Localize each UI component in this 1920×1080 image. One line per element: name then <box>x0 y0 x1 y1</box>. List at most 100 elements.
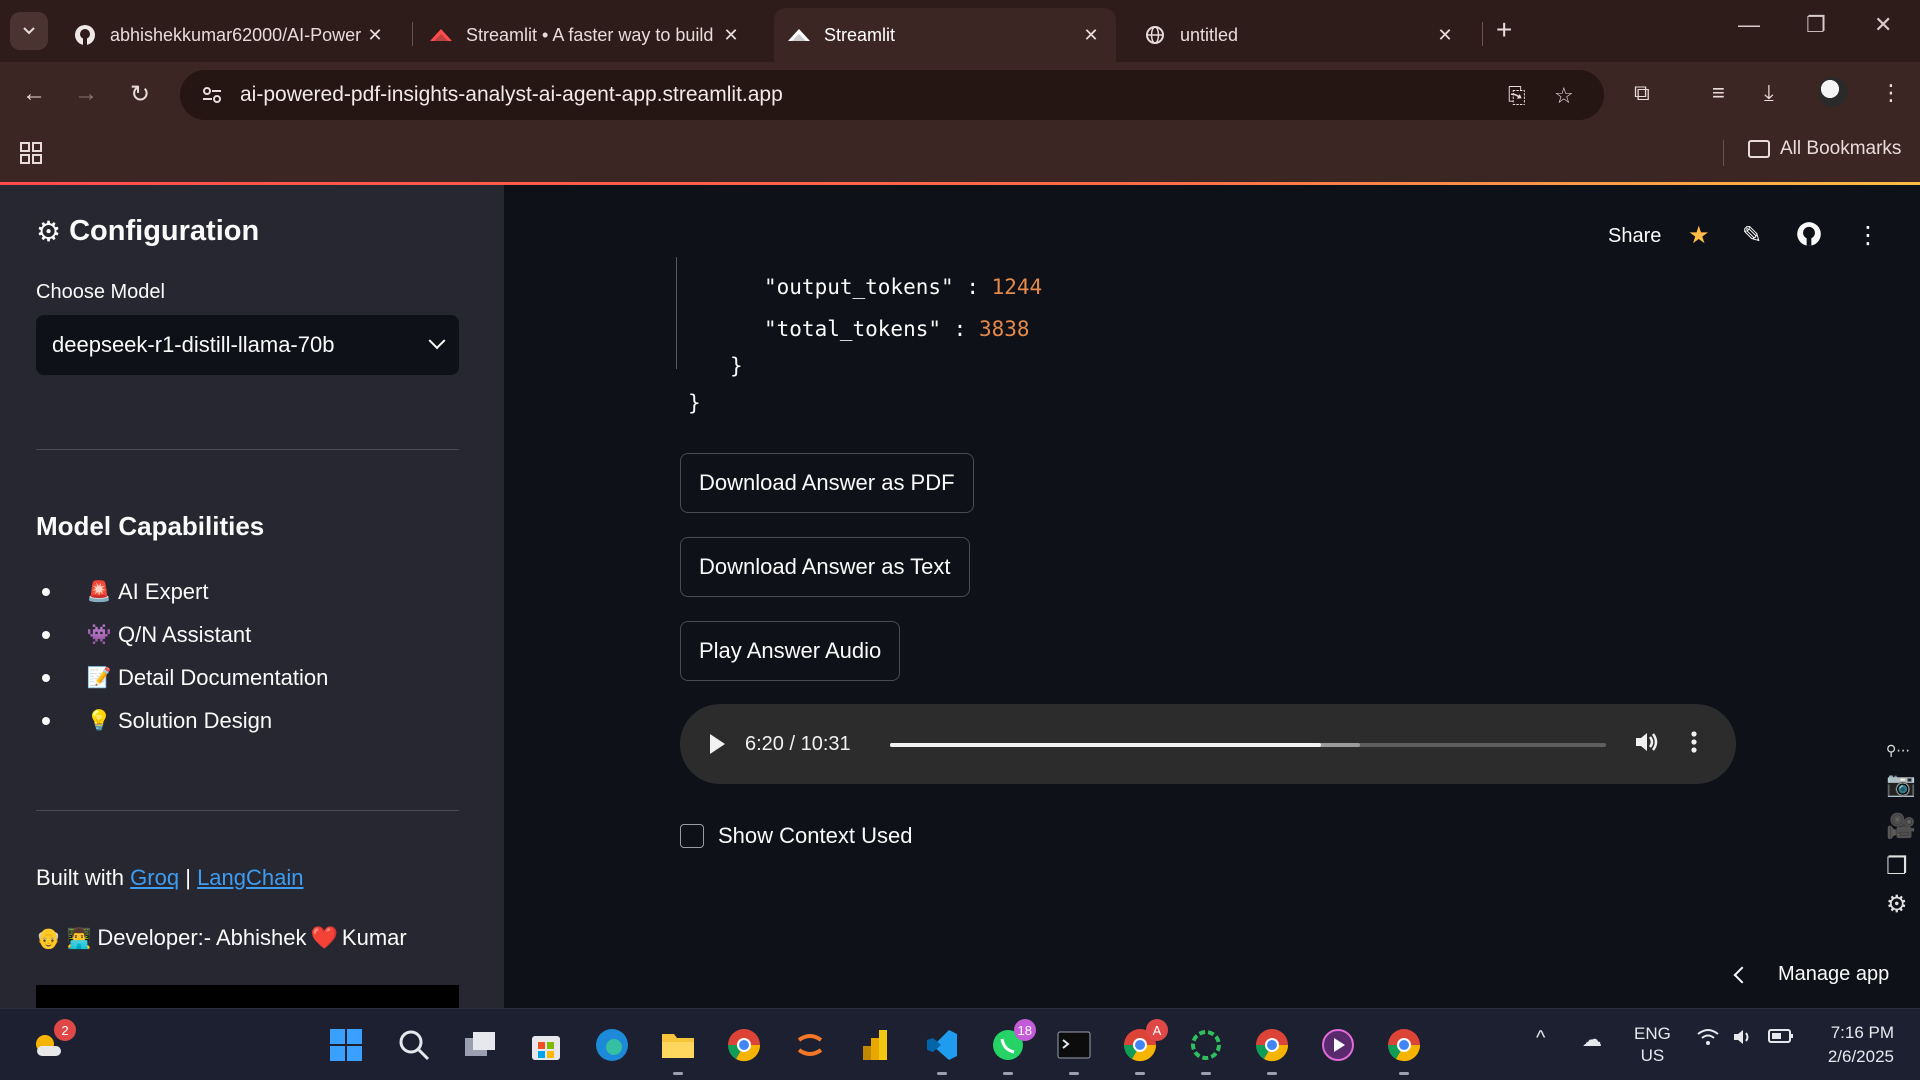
groq-link[interactable]: Groq <box>130 865 179 890</box>
terminal-icon[interactable] <box>1054 1025 1094 1075</box>
link-icon[interactable]: ⚲⋯ <box>1886 742 1910 759</box>
capability-label: Solution Design <box>118 707 273 733</box>
audio-progress <box>890 743 1322 747</box>
whatsapp-icon[interactable]: 18 <box>988 1019 1036 1075</box>
alien-monster-icon: 👾 <box>86 624 112 646</box>
share-button[interactable]: Share <box>1608 225 1661 248</box>
play-audio-button[interactable]: Play Answer Audio <box>680 621 901 681</box>
weather-widget-icon[interactable]: 2 <box>28 1019 76 1065</box>
close-icon[interactable]: ✕ <box>364 25 386 46</box>
capabilities-list: 🚨 AI Expert 👾 Q/N Assistant 📝 Detail Docume… <box>36 570 328 742</box>
profile-avatar[interactable] <box>1818 77 1848 107</box>
github-icon[interactable] <box>1796 221 1822 254</box>
restore-icon[interactable]: ❐ <box>1806 12 1826 38</box>
main-content: Share ★ ✎ ⋮ "output_tokens" : 1244 "tota… <box>504 185 1920 1008</box>
file-explorer-icon[interactable] <box>658 1025 698 1075</box>
tab-separator <box>412 22 413 46</box>
task-view-icon[interactable] <box>460 1025 500 1065</box>
reload-icon[interactable]: ↻ <box>124 78 156 110</box>
main-menu-icon[interactable]: ⋮ <box>1856 221 1880 250</box>
download-text-button[interactable]: Download Answer as Text <box>680 537 970 597</box>
audio-time: 6:20 / 10:31 <box>745 732 851 755</box>
power-bi-icon[interactable] <box>856 1025 896 1065</box>
tab-untitled[interactable]: untitled ✕ <box>1130 8 1470 62</box>
weather-badge: 2 <box>54 1019 76 1041</box>
window-close-icon[interactable]: ✕ <box>1874 12 1892 38</box>
list-item: 🚨 AI Expert <box>36 570 328 613</box>
windows-start-icon[interactable] <box>326 1025 366 1065</box>
whatsapp-badge: 18 <box>1013 1019 1036 1041</box>
chrome-profile-icon[interactable] <box>1384 1025 1424 1075</box>
star-icon[interactable]: ★ <box>1688 221 1710 250</box>
volume-icon[interactable] <box>1632 728 1660 761</box>
manage-app-button[interactable]: Manage app <box>1733 963 1889 986</box>
video-camera-icon[interactable]: 🎥 <box>1886 812 1916 841</box>
windows-taskbar: 2 18 A ^ ☁ ENG US 7:16 PM 2/6/2025 <box>0 1008 1920 1080</box>
system-clock[interactable]: 7:16 PM 2/6/2025 <box>1818 1021 1894 1069</box>
bookmark-star-icon[interactable]: ☆ <box>1554 83 1574 109</box>
apps-grid-icon[interactable] <box>20 142 42 169</box>
tab-strip: abhishekkumar62000/AI-Power ✕ Streamlit … <box>0 0 1920 62</box>
window-capture-icon[interactable]: ❐ <box>1886 852 1908 881</box>
onedrive-icon[interactable]: ☁ <box>1582 1027 1602 1052</box>
audio-options-icon[interactable] <box>1690 728 1698 761</box>
settings-icon[interactable]: ⚙ <box>1886 890 1908 919</box>
show-context-checkbox[interactable]: Show Context Used <box>680 823 912 849</box>
edit-pencil-icon[interactable]: ✎ <box>1742 221 1762 250</box>
streamlit-icon <box>788 24 810 46</box>
media-player-icon[interactable] <box>1318 1025 1358 1065</box>
model-select[interactable]: deepseek-r1-distill-llama-70b <box>36 315 459 375</box>
battery-icon[interactable] <box>1768 1027 1794 1050</box>
close-icon[interactable]: ✕ <box>1080 25 1102 46</box>
site-settings-icon[interactable] <box>200 83 224 107</box>
install-app-icon[interactable]: ⎘ <box>1508 83 1526 109</box>
chrome-profile-icon[interactable] <box>1252 1025 1292 1075</box>
gear-icon: ⚙ <box>36 216 62 247</box>
tab-streamlit-home[interactable]: Streamlit • A faster way to build ✕ <box>416 8 756 62</box>
built-with-text: Built with Groq | LangChain <box>36 865 304 891</box>
tab-streamlit-active[interactable]: Streamlit ✕ <box>774 8 1116 62</box>
back-arrow-icon[interactable]: ← <box>18 78 50 110</box>
chevron-up-icon[interactable]: ^ <box>1536 1027 1545 1050</box>
new-tab-button[interactable]: + <box>1496 14 1512 46</box>
model-select-value: deepseek-r1-distill-llama-70b <box>52 332 335 357</box>
close-icon[interactable]: ✕ <box>720 25 742 46</box>
tab-github[interactable]: abhishekkumar62000/AI-Power ✕ <box>60 8 400 62</box>
all-bookmarks-button[interactable]: All Bookmarks <box>1748 138 1901 160</box>
search-icon[interactable] <box>394 1025 434 1065</box>
loading-app-icon[interactable] <box>1186 1025 1226 1075</box>
chrome-icon[interactable] <box>724 1025 764 1065</box>
language-indicator[interactable]: ENG US <box>1634 1023 1671 1067</box>
memo-icon: 📝 <box>86 667 112 689</box>
show-context-label: Show Context Used <box>718 823 913 848</box>
lang-top: ENG <box>1634 1024 1671 1043</box>
edge-browser-icon[interactable] <box>592 1025 632 1065</box>
extensions-icon[interactable]: ⧉ <box>1634 80 1650 106</box>
divider <box>36 449 459 450</box>
chrome-profile-icon[interactable]: A <box>1120 1019 1168 1075</box>
vscode-icon[interactable] <box>922 1025 962 1075</box>
address-bar[interactable]: ai-powered-pdf-insights-analyst-ai-agent… <box>180 70 1604 120</box>
minimize-icon[interactable]: — <box>1738 12 1760 38</box>
downloads-icon[interactable]: ⤓ <box>1764 80 1774 106</box>
microsoft-store-icon[interactable] <box>526 1025 566 1065</box>
capability-label: Detail Documentation <box>118 664 329 690</box>
audio-seek-bar[interactable] <box>890 743 1606 747</box>
checkbox[interactable] <box>680 824 704 848</box>
download-pdf-button[interactable]: Download Answer as PDF <box>680 453 974 513</box>
play-icon[interactable] <box>710 734 725 754</box>
forward-arrow-icon[interactable]: → <box>70 78 102 110</box>
json-indent-guide <box>676 257 677 369</box>
json-colon: : <box>966 275 979 299</box>
speaker-icon[interactable] <box>1732 1027 1756 1053</box>
camera-icon[interactable]: 📷 <box>1886 770 1916 799</box>
tab-search-button[interactable] <box>10 12 48 50</box>
browser-menu-icon[interactable]: ⋮ <box>1880 80 1902 106</box>
wifi-icon[interactable] <box>1696 1027 1720 1053</box>
reading-list-icon[interactable]: ≡ <box>1712 80 1725 106</box>
chrome-profile-badge: A <box>1146 1019 1168 1041</box>
langchain-link[interactable]: LangChain <box>197 865 303 890</box>
list-item: 💡 Solution Design <box>36 699 328 742</box>
jupyter-icon[interactable] <box>790 1025 830 1065</box>
close-icon[interactable]: ✕ <box>1434 25 1456 46</box>
